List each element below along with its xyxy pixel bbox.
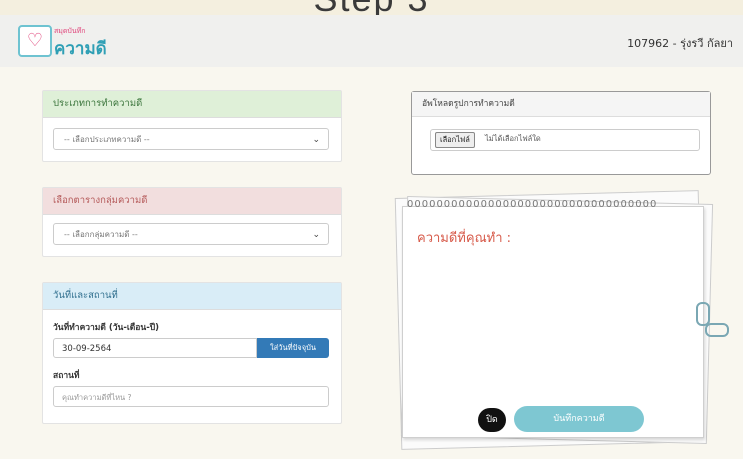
good-deed-type-select[interactable]: -- เลือกประเภทความดี -- ⌄	[53, 128, 329, 150]
date-input[interactable]: 30-09-2564	[53, 338, 257, 358]
chevron-down-icon: ⌄	[312, 230, 320, 240]
good-deed-type-card: ประเภทการทำความดี -- เลือกประเภทความดี -…	[42, 90, 342, 162]
date-place-card: วันที่และสถานที่ วันที่ทำความดี (วัน-เดื…	[42, 282, 342, 424]
good-deed-type-value: -- เลือกประเภทความดี --	[64, 135, 150, 144]
place-label: สถานที่	[53, 371, 80, 381]
user-info[interactable]: 107962 - รุ่งรวี กัลยา	[627, 34, 733, 52]
upload-photo-card: อัพโหลดรูปการทำความดี เลือกไฟล์ ไม่ได้เล…	[411, 91, 711, 175]
good-deed-group-title: เลือกตารางกลุ่มความดี	[43, 188, 341, 215]
date-label: วันที่ทำความดี (วัน-เดือน-ปี)	[53, 323, 160, 333]
heart-book-icon: ♡	[18, 25, 52, 57]
note-title: ความดีที่คุณทำ :	[417, 231, 512, 246]
good-deed-type-title: ประเภทการทำความดี	[43, 91, 341, 118]
file-input[interactable]: เลือกไฟล์ ไม่ได้เลือกไฟล์ใด	[430, 129, 700, 151]
save-good-deed-button[interactable]: บันทึกความดี	[514, 406, 644, 432]
logo-title: ความดี	[54, 39, 107, 59]
note-paper: 0000000000000000000000000000000000 ความด…	[402, 199, 704, 438]
paperclip-icon	[705, 323, 729, 337]
good-deed-group-card: เลือกตารางกลุ่มความดี -- เลือกกลุ่มความด…	[42, 187, 342, 257]
date-place-title: วันที่และสถานที่	[43, 283, 341, 310]
chevron-down-icon: ⌄	[312, 135, 320, 145]
file-status-text: ไม่ได้เลือกไฟล์ใด	[485, 134, 541, 143]
app-header: ♡ สมุดบันทึก ความดี 107962 - รุ่งรวี กัล…	[0, 15, 743, 68]
upload-photo-title: อัพโหลดรูปการทำความดี	[412, 92, 710, 117]
place-input[interactable]: คุณทำความดีที่ไหน ?	[53, 386, 329, 407]
good-deed-group-value: -- เลือกกลุ่มความดี --	[64, 230, 138, 239]
close-button[interactable]: ปิด	[478, 408, 506, 432]
app-logo[interactable]: ♡ สมุดบันทึก ความดี	[18, 21, 118, 61]
set-today-button[interactable]: ใส่วันที่ปัจจุบัน	[257, 338, 329, 358]
spiral-rings: 0000000000000000000000000000000000	[407, 199, 658, 210]
choose-file-button[interactable]: เลือกไฟล์	[435, 132, 475, 148]
good-deed-group-select[interactable]: -- เลือกกลุ่มความดี -- ⌄	[53, 223, 329, 245]
